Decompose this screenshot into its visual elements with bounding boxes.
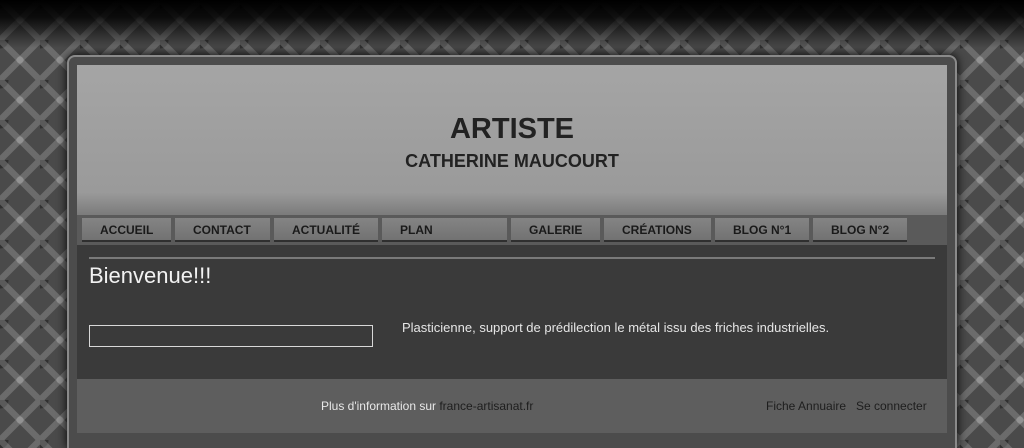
footer-info-prefix: Plus d'information sur <box>321 399 440 413</box>
nav-item-creations[interactable]: CRÉATIONS <box>604 218 711 242</box>
site-subtitle: CATHERINE MAUCOURT <box>405 151 619 171</box>
se-connecter-link[interactable]: Se connecter <box>856 399 927 413</box>
content-divider <box>89 257 935 259</box>
nav-item-blog-2[interactable]: BLOG N°2 <box>813 218 907 242</box>
image-placeholder <box>89 325 373 347</box>
nav-item-actualite[interactable]: ACTUALITÉ <box>274 218 378 242</box>
footer-info: Plus d'information sur france-artisanat.… <box>321 399 533 413</box>
site-header: ARTISTE CATHERINE MAUCOURT <box>77 65 947 215</box>
nav-item-accueil[interactable]: ACCUEIL <box>82 218 171 242</box>
site-footer: Plus d'information sur france-artisanat.… <box>77 379 947 433</box>
page-title: Bienvenue!!! <box>89 263 212 288</box>
nav-item-blog-1[interactable]: BLOG N°1 <box>715 218 809 242</box>
site-title: ARTISTE <box>449 113 575 145</box>
nav-item-contact[interactable]: CONTACT <box>175 218 270 242</box>
fiche-annuaire-link[interactable]: Fiche Annuaire <box>766 399 846 413</box>
page-container: ARTISTE CATHERINE MAUCOURT ACCUEIL CONTA… <box>77 65 947 433</box>
france-artisanat-link[interactable]: france-artisanat.fr <box>439 399 533 413</box>
nav-item-plan[interactable]: PLAN <box>382 218 507 242</box>
main-navigation: ACCUEIL CONTACT ACTUALITÉ PLAN GALERIE C… <box>77 215 947 245</box>
top-shadow <box>0 0 1024 48</box>
intro-text: Plasticienne, support de prédilection le… <box>402 320 830 335</box>
nav-item-galerie[interactable]: GALERIE <box>511 218 600 242</box>
